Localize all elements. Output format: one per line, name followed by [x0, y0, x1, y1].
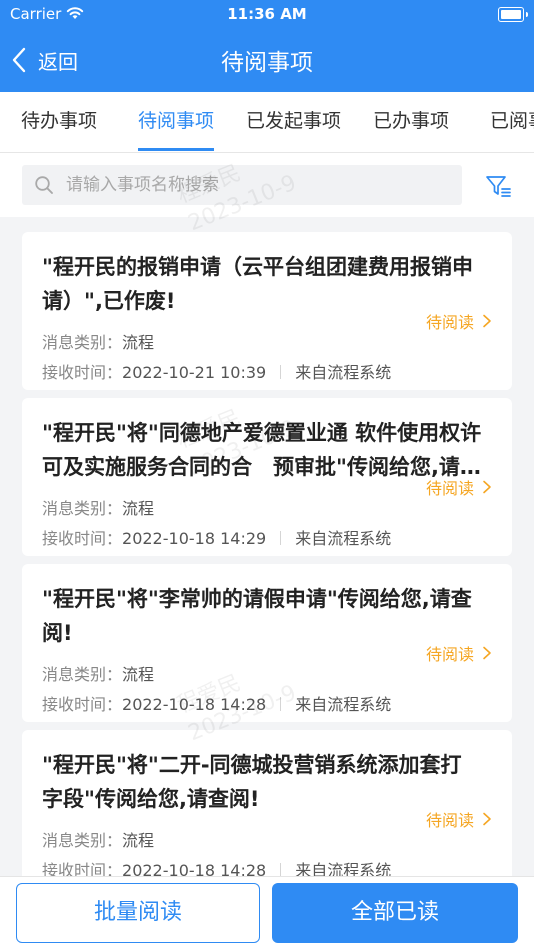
tab-initiated[interactable]: 已发起事项 — [246, 92, 341, 152]
status-badge[interactable]: 待阅读 — [426, 641, 492, 665]
type-label: 消息类别： — [42, 333, 123, 352]
tab-done[interactable]: 已办事项 — [373, 92, 449, 152]
status-label: 待阅读 — [425, 645, 474, 664]
chevron-right-icon — [483, 480, 491, 494]
type-label: 消息类别： — [42, 831, 123, 850]
divider — [280, 531, 282, 545]
search-row — [0, 153, 534, 217]
item-time-row: 接收时间：2022-10-21 10:39 来自流程系统 — [42, 359, 391, 383]
item-time-row: 接收时间：2022-10-18 14:29 来自流程系统 — [42, 525, 391, 549]
item-time-row: 接收时间：2022-10-18 14:28 来自流程系统 — [42, 691, 391, 715]
status-time: 11:36 AM — [227, 5, 307, 23]
status-badge[interactable]: 待阅读 — [426, 475, 492, 499]
chevron-right-icon — [483, 812, 491, 826]
type-value: 流程 — [122, 831, 155, 850]
chevron-left-icon — [12, 47, 26, 73]
tab-read[interactable]: 已阅事项 — [490, 92, 534, 152]
item-title: "程开民"将"李常帅的请假申请"传阅给您,请查阅! — [42, 587, 472, 645]
item-type-row: 消息类别：流程 — [42, 827, 154, 851]
search-input[interactable] — [66, 165, 446, 205]
search-icon — [35, 176, 53, 194]
divider — [280, 365, 282, 379]
nav-bar: 返回 待阅事项 — [0, 28, 534, 92]
time-label: 接收时间： — [42, 695, 123, 714]
status-badge[interactable]: 待阅读 — [426, 807, 492, 831]
page-title: 待阅事项 — [221, 50, 313, 76]
item-type-row: 消息类别：流程 — [42, 329, 154, 353]
item-type-row: 消息类别：流程 — [42, 661, 154, 685]
type-label: 消息类别： — [42, 665, 123, 684]
source-value: 来自流程系统 — [295, 529, 392, 548]
status-badge[interactable]: 待阅读 — [426, 309, 492, 333]
battery-icon — [498, 7, 528, 22]
type-value: 流程 — [122, 333, 155, 352]
status-label: 待阅读 — [425, 811, 474, 830]
list-item[interactable]: "程开民的报销申请（云平台组团建费用报销申请）",已作废! 待阅读 消息类别：流… — [22, 232, 512, 390]
filter-icon[interactable] — [484, 172, 512, 200]
chevron-right-icon — [483, 314, 491, 328]
type-value: 流程 — [122, 499, 155, 518]
batch-read-button[interactable]: 批量阅读 — [16, 883, 260, 943]
active-tab-indicator — [138, 148, 214, 151]
time-label: 接收时间： — [42, 363, 123, 382]
time-value: 2022-10-18 14:28 — [122, 695, 267, 714]
item-title: "程开民"将"二开-同德城投营销系统添加套打字段"传阅给您,请查阅! — [42, 753, 462, 811]
time-value: 2022-10-21 10:39 — [122, 363, 267, 382]
time-label: 接收时间： — [42, 529, 123, 548]
status-label: 待阅读 — [425, 313, 474, 332]
source-value: 来自流程系统 — [295, 363, 392, 382]
time-value: 2022-10-18 14:29 — [122, 529, 267, 548]
item-title: "程开民"将"同德地产爱德置业通 软件使用权许可及实施服务合同的合 预审批"传阅… — [42, 421, 482, 479]
tab-pending-reads[interactable]: 待阅事项 — [138, 92, 214, 152]
mark-all-read-button[interactable]: 全部已读 — [272, 883, 518, 943]
source-value: 来自流程系统 — [295, 695, 392, 714]
divider — [280, 863, 282, 877]
tab-pending-tasks[interactable]: 待办事项 — [21, 92, 97, 152]
message-list: "程开民的报销申请（云平台组团建费用报销申请）",已作废! 待阅读 消息类别：流… — [22, 232, 512, 896]
search-box[interactable] — [22, 165, 462, 205]
list-item[interactable]: "程开民"将"李常帅的请假申请"传阅给您,请查阅! 待阅读 消息类别：流程 接收… — [22, 564, 512, 722]
back-button[interactable]: 返回 — [10, 42, 78, 78]
type-value: 流程 — [122, 665, 155, 684]
status-label: 待阅读 — [425, 479, 474, 498]
header: Carrier 11:36 AM 返回 待阅事项 — [0, 0, 534, 92]
type-label: 消息类别： — [42, 499, 123, 518]
chevron-right-icon — [483, 646, 491, 660]
status-bar: Carrier 11:36 AM — [0, 0, 534, 28]
bottom-bar: 批量阅读 全部已读 — [0, 876, 534, 951]
item-type-row: 消息类别：流程 — [42, 495, 154, 519]
divider — [280, 697, 282, 711]
item-title: "程开民的报销申请（云平台组团建费用报销申请）",已作废! — [42, 255, 473, 313]
tab-bar: 待办事项 待阅事项 已发起事项 已办事项 已阅事项 — [0, 92, 534, 153]
list-item[interactable]: "程开民"将"二开-同德城投营销系统添加套打字段"传阅给您,请查阅! 待阅读 消… — [22, 730, 512, 888]
back-label: 返回 — [38, 49, 78, 74]
list-item[interactable]: "程开民"将"同德地产爱德置业通 软件使用权许可及实施服务合同的合 预审批"传阅… — [22, 398, 512, 556]
